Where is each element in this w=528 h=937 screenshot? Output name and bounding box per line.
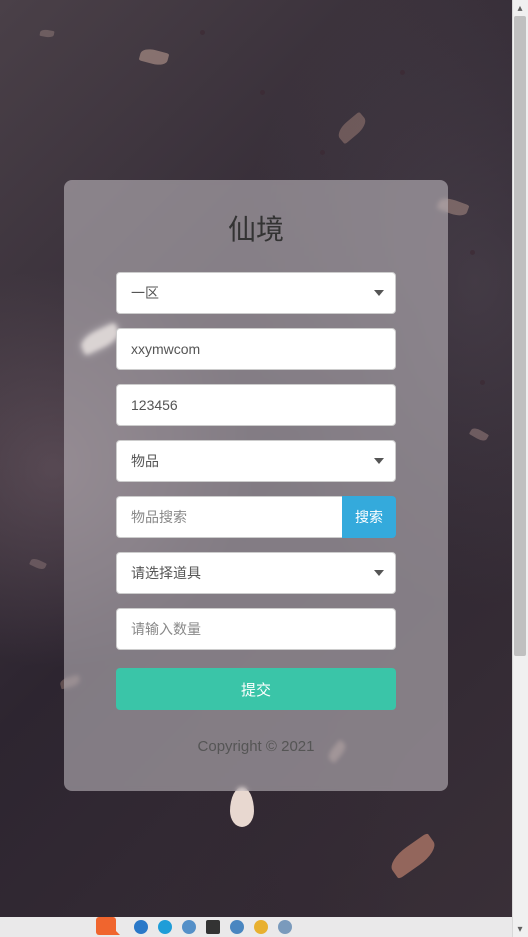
zone-select-wrap: 一区 (116, 272, 396, 314)
category-select[interactable]: 物品 (116, 440, 396, 482)
overlay-logo-icon (96, 917, 116, 935)
zone-select[interactable]: 一区 (116, 272, 396, 314)
category-select-wrap: 物品 (116, 440, 396, 482)
overlay-icon[interactable] (254, 920, 268, 934)
quantity-input[interactable] (116, 608, 396, 650)
page-title: 仙境 (116, 208, 396, 248)
overlay-icon[interactable] (134, 920, 148, 934)
scrollbar-thumb[interactable] (514, 16, 526, 656)
scrollbar-track[interactable]: ▴ ▾ (512, 0, 528, 937)
password-field-wrap (116, 384, 396, 426)
overlay-icon[interactable] (182, 920, 196, 934)
search-button[interactable]: 搜索 (342, 496, 396, 538)
bottom-overlay-strip (0, 917, 512, 937)
item-select[interactable]: 请选择道具 (116, 552, 396, 594)
overlay-icon[interactable] (158, 920, 172, 934)
password-input[interactable] (116, 384, 396, 426)
submit-button[interactable]: 提交 (116, 668, 396, 710)
search-row: 搜索 (116, 496, 396, 538)
form-card: 仙境 一区 物品 搜索 请选择道具 提交 Copyright © 2021 (64, 180, 448, 791)
item-select-wrap: 请选择道具 (116, 552, 396, 594)
scrollbar-down-icon[interactable]: ▾ (512, 921, 528, 937)
item-search-input[interactable] (116, 496, 342, 538)
account-field-wrap (116, 328, 396, 370)
quantity-field-wrap (116, 608, 396, 650)
scrollbar-up-icon[interactable]: ▴ (512, 0, 528, 16)
account-input[interactable] (116, 328, 396, 370)
overlay-icon[interactable] (230, 920, 244, 934)
overlay-icon[interactable] (206, 920, 220, 934)
overlay-icon[interactable] (278, 920, 292, 934)
copyright-text: Copyright © 2021 (116, 738, 396, 755)
